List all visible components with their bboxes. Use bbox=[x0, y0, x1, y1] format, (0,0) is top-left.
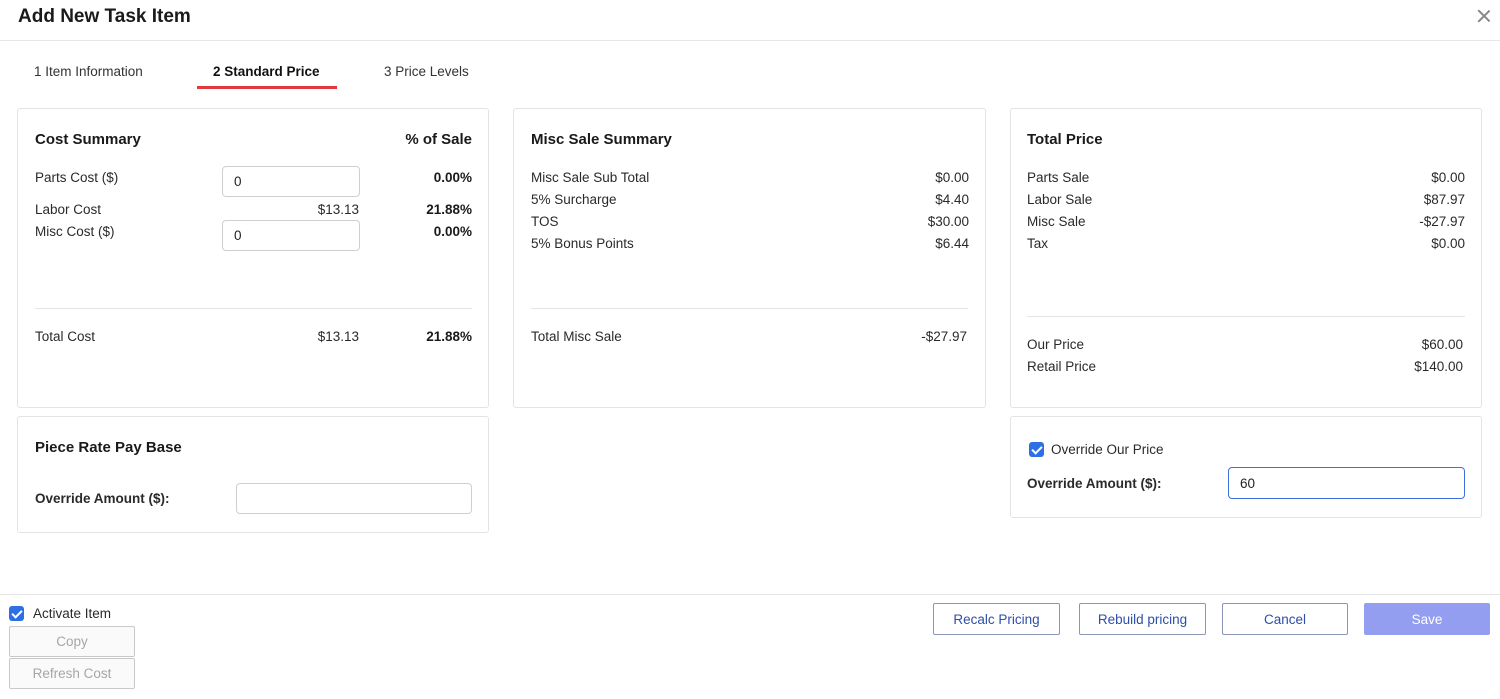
misc-sale-divider bbox=[531, 308, 968, 309]
total-cost-label: Total Cost bbox=[35, 329, 96, 344]
price-row-value: $0.00 bbox=[1431, 170, 1465, 185]
parts-cost-pct: 0.00% bbox=[433, 170, 472, 185]
price-row-label: Parts Sale bbox=[1027, 170, 1090, 185]
misc-sale-row-label: TOS bbox=[531, 214, 559, 229]
cost-summary-card: Cost Summary % of Sale Parts Cost ($) 0.… bbox=[17, 108, 489, 408]
price-row-label: Labor Sale bbox=[1027, 192, 1093, 207]
close-icon[interactable] bbox=[1474, 6, 1494, 26]
activate-item-label: Activate Item bbox=[33, 606, 112, 621]
save-button[interactable]: Save bbox=[1364, 603, 1490, 635]
override-amount-label: Override Amount ($): bbox=[1027, 476, 1162, 491]
misc-sale-row-value: $4.40 bbox=[935, 192, 969, 207]
cancel-button[interactable]: Cancel bbox=[1222, 603, 1348, 635]
misc-sale-row-value: $6.44 bbox=[935, 236, 969, 251]
piece-rate-override-label: Override Amount ($): bbox=[35, 491, 170, 506]
copy-button[interactable]: Copy bbox=[9, 626, 135, 657]
total-price-title: Total Price bbox=[1027, 131, 1103, 148]
misc-sale-summary-card: Misc Sale Summary Misc Sale Sub Total $0… bbox=[513, 108, 986, 408]
price-row-value: $87.97 bbox=[1423, 192, 1465, 207]
misc-sale-row-label: 5% Surcharge bbox=[531, 192, 617, 207]
pct-of-sale-header: % of Sale bbox=[405, 131, 472, 148]
cost-summary-title: Cost Summary bbox=[35, 131, 141, 148]
misc-sale-row-label: Misc Sale Sub Total bbox=[531, 170, 650, 185]
total-misc-sale-value: -$27.97 bbox=[921, 329, 967, 344]
piece-rate-override-input[interactable] bbox=[236, 483, 472, 514]
tab-price-levels[interactable]: 3 Price Levels bbox=[384, 64, 469, 79]
parts-cost-input[interactable] bbox=[222, 166, 360, 197]
our-price-value: $60.00 bbox=[1421, 337, 1463, 352]
piece-rate-title: Piece Rate Pay Base bbox=[35, 439, 182, 456]
price-row-label: Misc Sale bbox=[1027, 214, 1086, 229]
override-our-price-checkbox[interactable] bbox=[1029, 442, 1044, 457]
price-row-value: $0.00 bbox=[1431, 236, 1465, 251]
piece-rate-card: Piece Rate Pay Base Override Amount ($): bbox=[17, 416, 489, 533]
dialog-header: Add New Task Item bbox=[0, 0, 1500, 41]
active-tab-indicator bbox=[197, 86, 337, 89]
total-misc-sale-label: Total Misc Sale bbox=[531, 329, 622, 344]
tab-standard-price[interactable]: 2 Standard Price bbox=[213, 64, 320, 79]
total-cost-value: $13.13 bbox=[317, 329, 359, 344]
footer-divider bbox=[0, 594, 1500, 595]
dialog-title: Add New Task Item bbox=[18, 6, 191, 27]
override-price-card: Override Our Price Override Amount ($): bbox=[1010, 416, 1482, 518]
total-price-card: Total Price Parts Sale $0.00 Labor Sale … bbox=[1010, 108, 1482, 408]
refresh-cost-button[interactable]: Refresh Cost bbox=[9, 658, 135, 689]
retail-price-value: $140.00 bbox=[1414, 359, 1463, 374]
cost-summary-divider bbox=[35, 308, 472, 309]
misc-sale-row-value: $30.00 bbox=[927, 214, 969, 229]
tab-item-information[interactable]: 1 Item Information bbox=[34, 64, 143, 79]
override-our-price-label: Override Our Price bbox=[1051, 442, 1164, 457]
parts-cost-label: Parts Cost ($) bbox=[35, 170, 119, 185]
total-cost-pct: 21.88% bbox=[426, 329, 472, 344]
misc-sale-summary-title: Misc Sale Summary bbox=[531, 131, 672, 148]
activate-item-checkbox[interactable] bbox=[9, 606, 24, 621]
labor-cost-value: $13.13 bbox=[317, 202, 359, 217]
total-price-divider bbox=[1027, 316, 1465, 317]
misc-cost-pct: 0.00% bbox=[433, 224, 472, 239]
misc-cost-input[interactable] bbox=[222, 220, 360, 251]
misc-sale-row-value: $0.00 bbox=[935, 170, 969, 185]
retail-price-label: Retail Price bbox=[1027, 359, 1097, 374]
our-price-label: Our Price bbox=[1027, 337, 1085, 352]
recalc-pricing-button[interactable]: Recalc Pricing bbox=[933, 603, 1060, 635]
override-amount-input[interactable] bbox=[1228, 467, 1465, 499]
misc-sale-row-label: 5% Bonus Points bbox=[531, 236, 634, 251]
price-row-label: Tax bbox=[1027, 236, 1049, 251]
rebuild-pricing-button[interactable]: Rebuild pricing bbox=[1079, 603, 1206, 635]
labor-cost-label: Labor Cost bbox=[35, 202, 102, 217]
price-row-value: -$27.97 bbox=[1419, 214, 1465, 229]
misc-cost-label: Misc Cost ($) bbox=[35, 224, 115, 239]
labor-cost-pct: 21.88% bbox=[426, 202, 472, 217]
